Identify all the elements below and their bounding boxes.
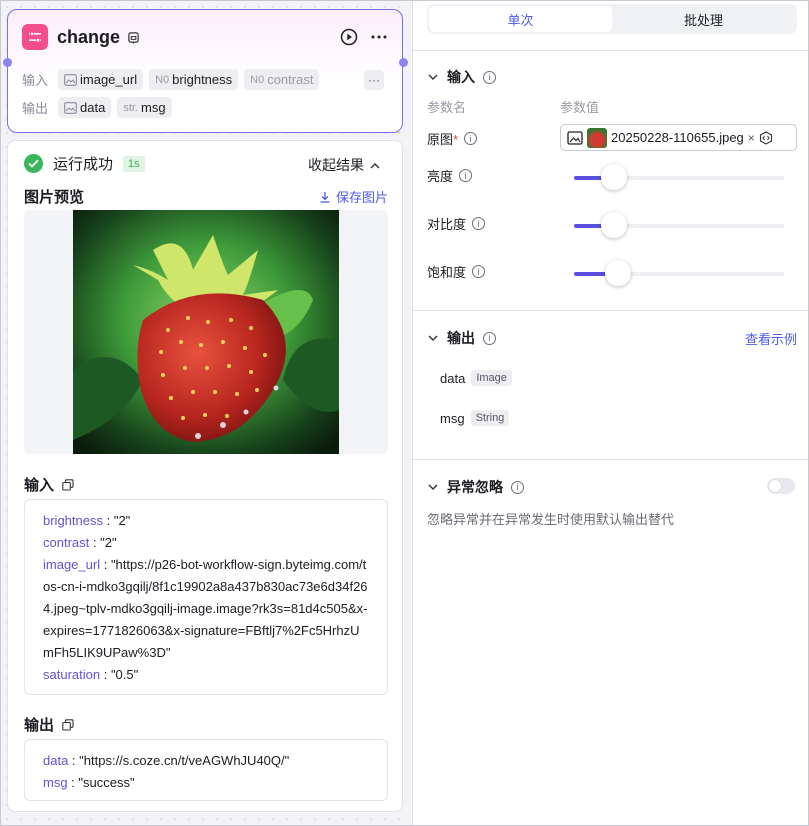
collapse-results-button[interactable]: 收起结果 [308,155,380,175]
divider [413,459,809,460]
tab-single[interactable]: 单次 [429,6,612,32]
save-image-button[interactable]: 保存图片 [319,187,388,206]
input-chip-contrast: N0 contrast [244,69,320,90]
input-chip-image-url: image_url [58,69,144,90]
param-contrast-label: 对比度 i [427,214,486,233]
image-file-field[interactable]: 20250228-110655.jpeg × [560,124,797,151]
input-label: 输入 [22,73,49,88]
config-panel: 单次 批处理 输入 i 参数名 参数值 原图* i 20250228-11065… [412,0,809,826]
chevron-up-icon [370,162,380,168]
json-entry-image-url: image_url : "https://p26-bot-workflow-si… [43,557,368,660]
chevron-down-icon [428,74,438,80]
param-name-header: 参数名 [427,100,467,115]
copy-icon[interactable] [62,478,74,491]
ignore-exception-toggle[interactable] [767,478,795,494]
param-saturation-label: 饱和度 i [427,262,486,281]
param-value-header: 参数值 [560,100,600,115]
node-title: change [57,26,121,47]
string-icon: str. [123,101,138,114]
info-icon[interactable]: i [472,265,486,278]
output-item-data: data Image [440,370,512,386]
info-icon[interactable]: i [511,480,524,494]
output-item-msg: msg String [440,410,510,426]
plugin-icon [128,31,139,44]
image-adjust-icon [22,24,48,50]
view-example-link[interactable]: 查看示例 [745,329,797,348]
more-inputs-button[interactable]: ··· [364,70,384,90]
info-icon[interactable]: i [459,169,473,182]
run-status: 运行成功 1s [24,153,145,174]
mode-tabs: 单次 批处理 [427,4,797,34]
image-icon [567,130,583,145]
param-image-label: 原图* i [427,129,478,148]
brightness-slider[interactable] [574,164,784,190]
node-inputs-row: 输入 image_url N0 brightness N0 contrast [22,69,320,90]
duration-badge: 1s [123,155,145,172]
input-section-title: 输入 [24,474,74,495]
type-badge: Image [471,370,512,386]
more-icon[interactable] [370,28,388,46]
tab-batch[interactable]: 批处理 [612,6,795,32]
output-section-title: 输出 [24,714,74,735]
slider-knob[interactable] [605,260,632,286]
run-result-panel: 运行成功 1s 收起结果 图片预览 保存图片 输入 brightness: "… [7,140,403,812]
clear-icon[interactable]: × [748,131,755,145]
copy-icon[interactable] [62,718,74,731]
download-icon [320,191,330,203]
info-icon[interactable]: i [464,132,478,145]
param-brightness-label: 亮度 i [427,166,473,185]
exception-section-header[interactable]: 异常忽略 i [427,477,524,497]
json-entry-contrast: contrast : "2" [43,535,117,550]
output-json-box[interactable]: data : "https://s.coze.cn/t/veAGWhJU40Q/… [24,739,388,801]
workflow-node-card[interactable]: change 输入 image_url N0 brightness N0 con… [7,9,403,133]
number-icon: N0 [155,73,170,86]
input-port[interactable] [3,58,12,67]
success-icon [24,154,43,173]
image-icon [64,101,77,114]
input-chip-brightness: N0 brightness [149,69,239,90]
preview-title: 图片预览 [24,189,85,206]
number-icon: N0 [250,73,265,86]
output-chip-data: data [58,97,112,118]
info-icon[interactable]: i [472,217,486,230]
json-entry-msg: msg : "success" [43,775,135,790]
output-section-header[interactable]: 输出 i [427,328,496,348]
chevron-down-icon [428,335,438,341]
file-thumbnail [587,127,607,148]
slider-knob[interactable] [600,164,627,190]
run-icon[interactable] [340,28,358,46]
chevron-down-icon [428,484,438,490]
divider [413,50,809,51]
info-icon[interactable]: i [483,70,496,84]
json-entry-brightness: brightness : "2" [43,513,131,528]
info-icon[interactable]: i [483,331,496,345]
output-port[interactable] [399,58,408,67]
input-json-box[interactable]: brightness : "2" contrast : "2" image_ur… [24,499,388,695]
node-header: change [22,24,140,50]
variable-icon[interactable] [759,130,773,145]
json-entry-saturation: saturation : "0.5" [43,667,139,682]
status-text: 运行成功 [53,156,114,173]
divider [413,310,809,311]
file-name: 20250228-110655.jpeg [611,130,744,145]
slider-knob[interactable] [600,212,627,238]
contrast-slider[interactable] [574,212,784,238]
json-entry-data: data : "https://s.coze.cn/t/veAGWhJU40Q/… [43,753,290,768]
node-outputs-row: 输出 data str. msg [22,97,172,118]
type-badge: String [470,410,510,426]
input-section-header[interactable]: 输入 i [427,67,496,87]
exception-description: 忽略异常并在异常发生时使用默认输出替代 [427,512,675,527]
image-preview [24,210,388,454]
output-chip-msg: str. msg [117,97,172,118]
saturation-slider[interactable] [574,260,784,286]
output-label: 输出 [22,101,49,116]
image-icon [64,73,77,86]
strawberry-image[interactable] [73,210,339,454]
